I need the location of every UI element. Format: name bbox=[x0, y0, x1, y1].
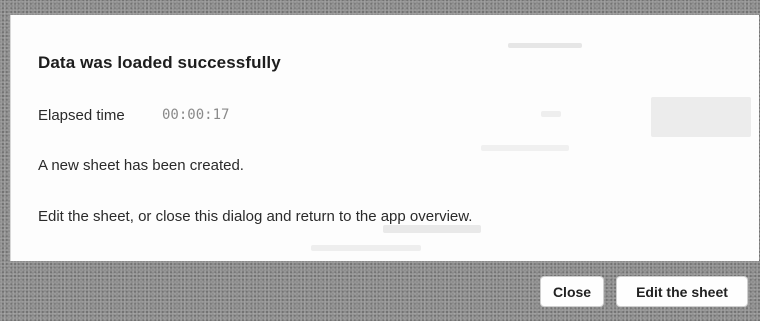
edit-sheet-button[interactable]: Edit the sheet bbox=[616, 276, 748, 307]
data-load-dialog: Data was loaded successfully Elapsed tim… bbox=[10, 15, 759, 261]
elapsed-time-value: 00:00:17 bbox=[162, 107, 230, 123]
background-content-ghost bbox=[508, 43, 582, 48]
background-content-ghost bbox=[481, 145, 569, 151]
sheet-created-message: A new sheet has been created. bbox=[38, 157, 244, 174]
elapsed-time-label: Elapsed time bbox=[38, 107, 125, 124]
dialog-footer: Close Edit the sheet bbox=[540, 276, 748, 307]
elapsed-time-row: Elapsed time 00:00:17 bbox=[38, 107, 229, 124]
dialog-title: Data was loaded successfully bbox=[38, 53, 281, 72]
background-content-ghost bbox=[541, 111, 561, 117]
close-button[interactable]: Close bbox=[540, 276, 604, 307]
background-content-ghost bbox=[311, 245, 421, 251]
background-content-ghost bbox=[651, 97, 751, 137]
background-content-ghost bbox=[383, 225, 481, 233]
next-steps-message: Edit the sheet, or close this dialog and… bbox=[38, 208, 473, 225]
